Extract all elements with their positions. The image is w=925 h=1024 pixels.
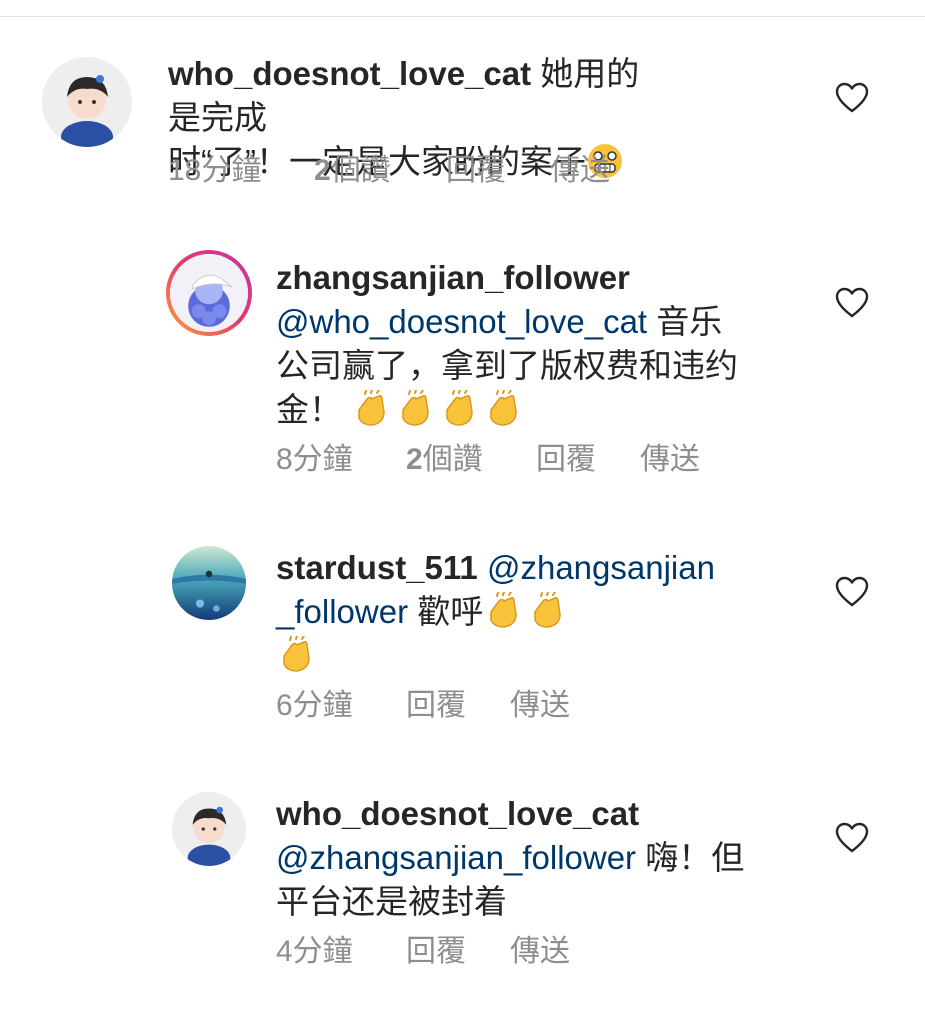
comment-text: 音乐 bbox=[656, 303, 723, 340]
comment-meta: 6分鐘 回覆 傳送 bbox=[276, 686, 570, 726]
clapping-hands-emoji-icon bbox=[483, 592, 521, 630]
mention-link[interactable]: _follower bbox=[276, 593, 408, 630]
comment-text: 歡呼 bbox=[417, 593, 484, 630]
avatar[interactable] bbox=[172, 546, 246, 620]
send-button[interactable]: 傳送 bbox=[510, 932, 570, 972]
comment-username[interactable]: who_doesnot_love_cat bbox=[168, 55, 531, 92]
mention-link[interactable]: @who_doesnot_love_cat bbox=[276, 303, 647, 340]
heart-outline-icon[interactable] bbox=[835, 822, 869, 854]
send-button[interactable]: 傳送 bbox=[550, 151, 610, 191]
reply-button[interactable]: 回覆 bbox=[406, 932, 510, 972]
heart-outline-icon[interactable] bbox=[835, 82, 869, 114]
avatar-image bbox=[42, 57, 132, 147]
mention-link[interactable]: @zhangsanjian_follower bbox=[276, 839, 636, 876]
clapping-hands-emoji-icon bbox=[395, 390, 433, 428]
comment-text: 嗨！但 bbox=[645, 839, 745, 876]
comment-meta: 4分鐘 回覆 傳送 bbox=[276, 932, 570, 972]
comment-body: who_doesnot_love_cat @zhangsanjian_follo… bbox=[276, 792, 776, 924]
comment-body: stardust_511 @zhangsanjian _follower 歡呼 bbox=[276, 546, 776, 678]
avatar[interactable] bbox=[166, 250, 252, 336]
comment-meta: 18分鐘 2個讚 回覆 傳送 bbox=[168, 151, 610, 191]
reply-button[interactable]: 回覆 bbox=[406, 686, 510, 726]
comment-time: 18分鐘 bbox=[168, 154, 262, 187]
clapping-hands-emoji-icon bbox=[483, 390, 521, 428]
mention-link[interactable]: @zhangsanjian bbox=[487, 549, 715, 586]
avatar-image bbox=[170, 254, 248, 332]
comment-text: 平台还是被封着 bbox=[276, 883, 507, 920]
top-divider bbox=[0, 16, 925, 17]
heart-outline-icon[interactable] bbox=[835, 287, 869, 319]
comment-body: zhangsanjian_follower @who_doesnot_love_… bbox=[276, 256, 776, 432]
avatar[interactable] bbox=[172, 792, 246, 866]
send-button[interactable]: 傳送 bbox=[640, 440, 700, 480]
heart-outline-icon[interactable] bbox=[835, 576, 869, 608]
comment-time: 4分鐘 bbox=[276, 935, 353, 968]
avatar[interactable] bbox=[42, 57, 132, 147]
clapping-hands-emoji-icon bbox=[276, 636, 314, 674]
comment-meta: 8分鐘 2個讚 回覆 傳送 bbox=[276, 440, 700, 480]
clapping-hands-emoji-icon bbox=[527, 592, 565, 630]
reply-button[interactable]: 回覆 bbox=[536, 440, 640, 480]
likes-count[interactable]: 2個讚 bbox=[314, 151, 446, 191]
avatar-image bbox=[172, 792, 246, 866]
comment-username[interactable]: stardust_511 bbox=[276, 549, 478, 586]
clapping-hands-emoji-icon bbox=[351, 390, 389, 428]
avatar-image bbox=[172, 546, 246, 620]
comment-time: 6分鐘 bbox=[276, 689, 353, 722]
reply-button[interactable]: 回覆 bbox=[446, 151, 550, 191]
comment-text: 公司赢了，拿到了版权费和违约 bbox=[276, 347, 738, 384]
comment-username[interactable]: zhangsanjian_follower bbox=[276, 259, 630, 296]
comment-text: 金！ bbox=[276, 391, 342, 428]
clapping-hands-emoji-icon bbox=[439, 390, 477, 428]
comment-username[interactable]: who_doesnot_love_cat bbox=[276, 795, 639, 832]
send-button[interactable]: 傳送 bbox=[510, 686, 570, 726]
comment-time: 8分鐘 bbox=[276, 443, 353, 476]
likes-count[interactable]: 2個讚 bbox=[406, 440, 536, 480]
